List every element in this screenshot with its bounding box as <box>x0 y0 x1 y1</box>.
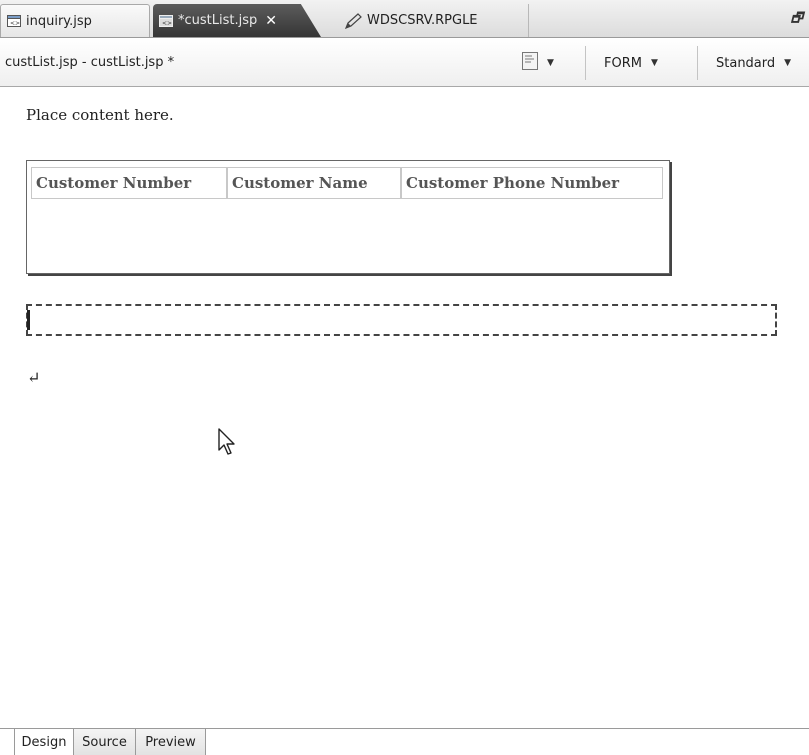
chevron-down-icon: ▼ <box>650 58 658 68</box>
jsp-file-icon: <> <box>159 14 173 27</box>
editor-page-tabs: Design Source Preview <box>0 728 809 755</box>
table-header-cell[interactable]: Customer Phone Number <box>401 167 663 199</box>
design-canvas[interactable]: Place content here. Customer Number Cust… <box>0 88 809 728</box>
text-caret <box>27 310 30 330</box>
tab-label: inquiry.jsp <box>26 13 92 29</box>
chevron-down-icon[interactable]: ▼ <box>547 58 554 68</box>
toolbar-separator <box>585 46 586 80</box>
standard-dropdown-label: Standard <box>716 55 776 71</box>
restore-window-icon[interactable]: 🗗 <box>791 9 803 31</box>
pencil-icon <box>344 12 362 29</box>
form-dropdown[interactable]: FORM ▼ <box>604 48 658 78</box>
chevron-down-icon: ▼ <box>784 58 792 68</box>
tab-separator <box>528 4 529 37</box>
tab-custlist-jsp[interactable]: <> *custList.jsp ✕ <box>153 4 321 37</box>
layout-mode-button[interactable]: ▼ <box>522 48 554 78</box>
svg-text:<>: <> <box>10 20 20 27</box>
svg-text:<>: <> <box>162 20 172 27</box>
tab-design[interactable]: Design <box>14 729 74 755</box>
jsp-file-icon: <> <box>7 15 21 27</box>
form-dropdown-label: FORM <box>604 55 642 71</box>
tab-design-label: Design <box>21 734 67 750</box>
tab-label: *custList.jsp <box>178 13 258 28</box>
tab-wdscsrv-rpgle[interactable]: WDSCSRV.RPGLE <box>338 4 518 37</box>
tab-preview-label: Preview <box>145 734 196 750</box>
standard-dropdown[interactable]: Standard ▼ <box>716 48 791 78</box>
tab-inquiry-jsp[interactable]: <> inquiry.jsp <box>0 4 150 37</box>
tab-source[interactable]: Source <box>74 729 136 755</box>
editor-title: custList.jsp - custList.jsp * <box>5 55 175 70</box>
customer-data-table[interactable]: Customer Number Customer Name Customer P… <box>26 160 670 274</box>
table-header-row: Customer Number Customer Name Customer P… <box>31 167 663 199</box>
editor-tab-bar: <> inquiry.jsp <> *custList.jsp ✕ WDSCSR… <box>0 0 809 38</box>
placeholder-text[interactable]: Place content here. <box>26 106 174 124</box>
line-break-icon: ↵ <box>27 368 41 387</box>
tab-source-label: Source <box>82 734 127 750</box>
tab-preview[interactable]: Preview <box>136 729 206 755</box>
tab-label: WDSCSRV.RPGLE <box>367 13 478 28</box>
page-layout-icon <box>522 52 538 74</box>
table-header-cell[interactable]: Customer Name <box>227 167 401 199</box>
toolbar-separator <box>697 46 698 80</box>
editor-title-bar: custList.jsp - custList.jsp * ▼ FORM ▼ S… <box>0 38 809 87</box>
close-icon[interactable]: ✕ <box>265 13 277 29</box>
form-container[interactable] <box>26 304 777 336</box>
mouse-pointer-icon <box>218 428 238 460</box>
table-header-cell[interactable]: Customer Number <box>31 167 227 199</box>
